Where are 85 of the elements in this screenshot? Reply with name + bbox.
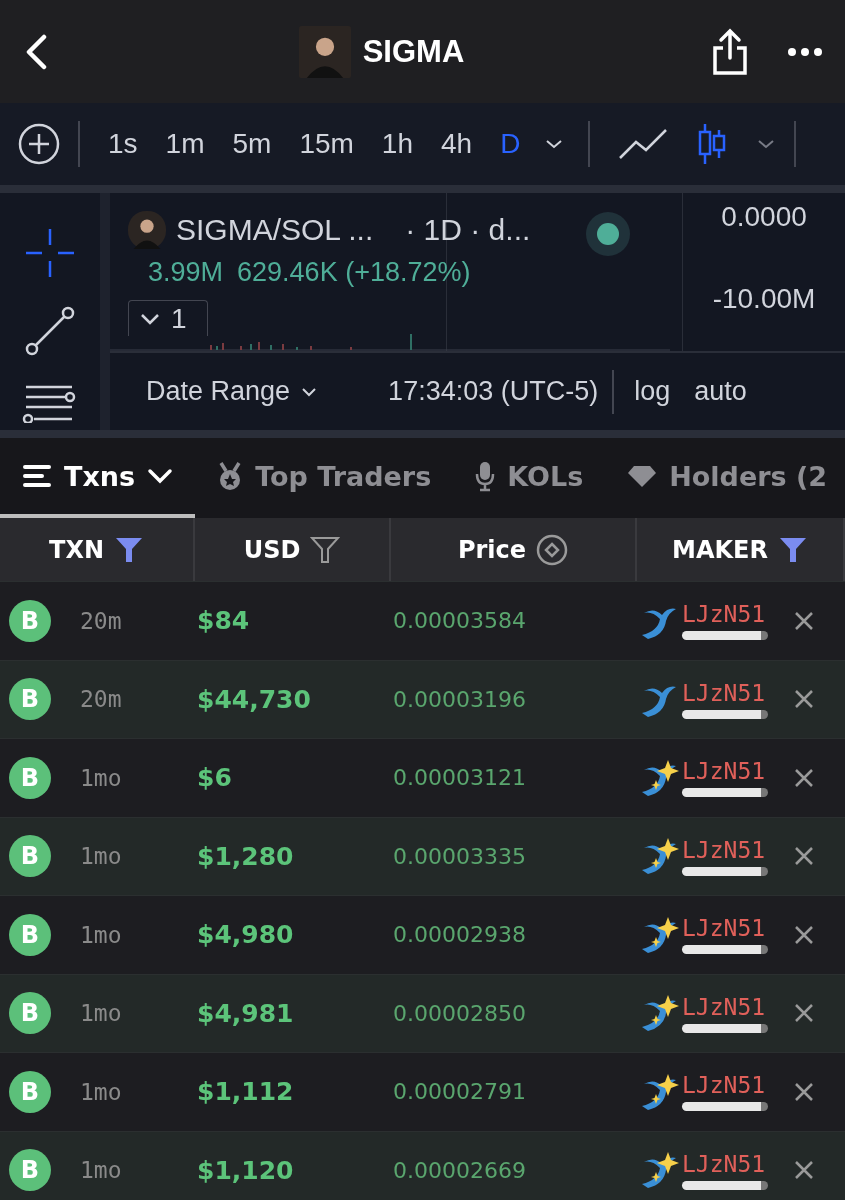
- indicators-toggle[interactable]: 1: [128, 300, 208, 336]
- interval-tab[interactable]: 4h: [427, 128, 487, 160]
- price-cell-text: 0.00002850: [393, 1000, 527, 1026]
- date-range-button[interactable]: Date Range: [140, 375, 325, 408]
- filter-icon[interactable]: [114, 535, 144, 564]
- price-axis-label: -10.00M: [712, 283, 816, 315]
- interval-tab[interactable]: D: [486, 128, 535, 160]
- usd-cell-text: $1,120: [197, 1155, 295, 1185]
- age-cell-text: 1mo: [80, 1078, 123, 1105]
- price-cell-text: 0.00002938: [393, 922, 527, 948]
- maker-link[interactable]: LJzN51: [682, 993, 768, 1020]
- usd-cell-text: $1,112: [197, 1077, 295, 1107]
- indicators-tool-button[interactable]: [22, 383, 78, 423]
- usd-cell-text: $84: [197, 606, 251, 636]
- buy-badge: B: [9, 835, 51, 878]
- maker-link[interactable]: LJzN51: [682, 601, 768, 628]
- mic-icon: [475, 460, 496, 492]
- usd-cell-text: $4,980: [197, 920, 295, 950]
- price-cell-text: 0.00002669: [393, 1157, 527, 1183]
- price-axis-label: 0.0000: [721, 201, 807, 233]
- buy-badge: B: [9, 992, 51, 1035]
- diamond-circle-icon[interactable]: [536, 533, 569, 566]
- maker-link[interactable]: LJzN51: [682, 1150, 768, 1177]
- interval-tab[interactable]: 5m: [218, 128, 286, 160]
- more-button[interactable]: [787, 46, 823, 57]
- list-icon: [22, 464, 52, 488]
- volume-value: 3.99M: [148, 257, 224, 288]
- age-cell-text: 1mo: [80, 1000, 123, 1027]
- symbol-label: SIGMA/SOL ...: [176, 213, 374, 247]
- price-cell-text: 0.00003196: [393, 686, 527, 712]
- age-cell-text: 1mo: [80, 921, 123, 948]
- maker-link[interactable]: LJzN51: [682, 1072, 768, 1099]
- avatar-icon: [298, 25, 351, 78]
- add-button[interactable]: [18, 123, 60, 165]
- interval-tab[interactable]: 1h: [367, 128, 427, 160]
- chevron-icon: [147, 468, 174, 484]
- auto-button[interactable]: auto: [684, 376, 757, 407]
- diamond-icon: [627, 464, 658, 488]
- buy-badge: B: [9, 913, 51, 956]
- age-cell-text: 1mo: [80, 764, 123, 791]
- trend-line-tool-button[interactable]: [24, 305, 76, 357]
- interval-tab[interactable]: 1m: [151, 128, 219, 160]
- interval-tab[interactable]: 15m: [285, 128, 368, 160]
- share-button[interactable]: [711, 27, 749, 76]
- usd-cell-text: $1,280: [197, 841, 295, 871]
- maker-link[interactable]: LJzN51: [682, 758, 768, 785]
- usd-cell-text: $44,730: [197, 684, 312, 714]
- column-header: MAKER: [672, 535, 768, 564]
- volume-change: 629.46K (+18.72%): [237, 257, 471, 288]
- buy-badge: B: [9, 678, 51, 721]
- crosshair-tool-button[interactable]: [24, 227, 76, 279]
- status-dot-icon: [585, 211, 631, 257]
- buy-badge: B: [9, 1070, 51, 1113]
- filter-icon[interactable]: [777, 535, 808, 564]
- age-cell-text: 20m: [80, 607, 123, 634]
- maker-link[interactable]: LJzN51: [682, 915, 768, 942]
- buy-badge: B: [9, 756, 51, 799]
- interval-tab[interactable]: 1s: [94, 128, 152, 160]
- tab[interactable]: Top Traders: [195, 438, 454, 518]
- price-cell-text: 0.00003121: [393, 765, 527, 791]
- usd-cell-text: $6: [197, 763, 233, 793]
- filter-icon[interactable]: [310, 535, 341, 564]
- price-cell-text: 0.00002791: [393, 1079, 527, 1105]
- tab[interactable]: Holders (2: [605, 438, 845, 518]
- chevron-icon: [300, 385, 319, 398]
- column-header: TXN: [49, 535, 104, 564]
- avatar-icon: [128, 211, 166, 249]
- column-header: USD: [243, 535, 301, 564]
- chevron-icon: [139, 311, 161, 326]
- age-cell-text: 1mo: [80, 843, 123, 870]
- buy-badge: B: [9, 599, 51, 642]
- time-label: 17:34:03 (UTC-5): [388, 376, 599, 407]
- price-cell-text: 0.00003335: [393, 843, 527, 869]
- log-button[interactable]: log: [628, 376, 685, 407]
- tab[interactable]: KOLs: [453, 438, 606, 518]
- price-cell-text: 0.00003584: [393, 608, 527, 634]
- buy-badge: B: [9, 1149, 51, 1192]
- maker-link[interactable]: LJzN51: [682, 679, 768, 706]
- column-header: Price: [457, 535, 527, 564]
- age-cell-text: 1mo: [80, 1157, 123, 1184]
- usd-cell-text: $4,981: [197, 998, 295, 1028]
- age-cell-text: 20m: [80, 686, 123, 713]
- token-title: SIGMA: [362, 33, 465, 70]
- interval-label: · 1D · d...: [405, 213, 531, 247]
- maker-link[interactable]: LJzN51: [682, 836, 768, 863]
